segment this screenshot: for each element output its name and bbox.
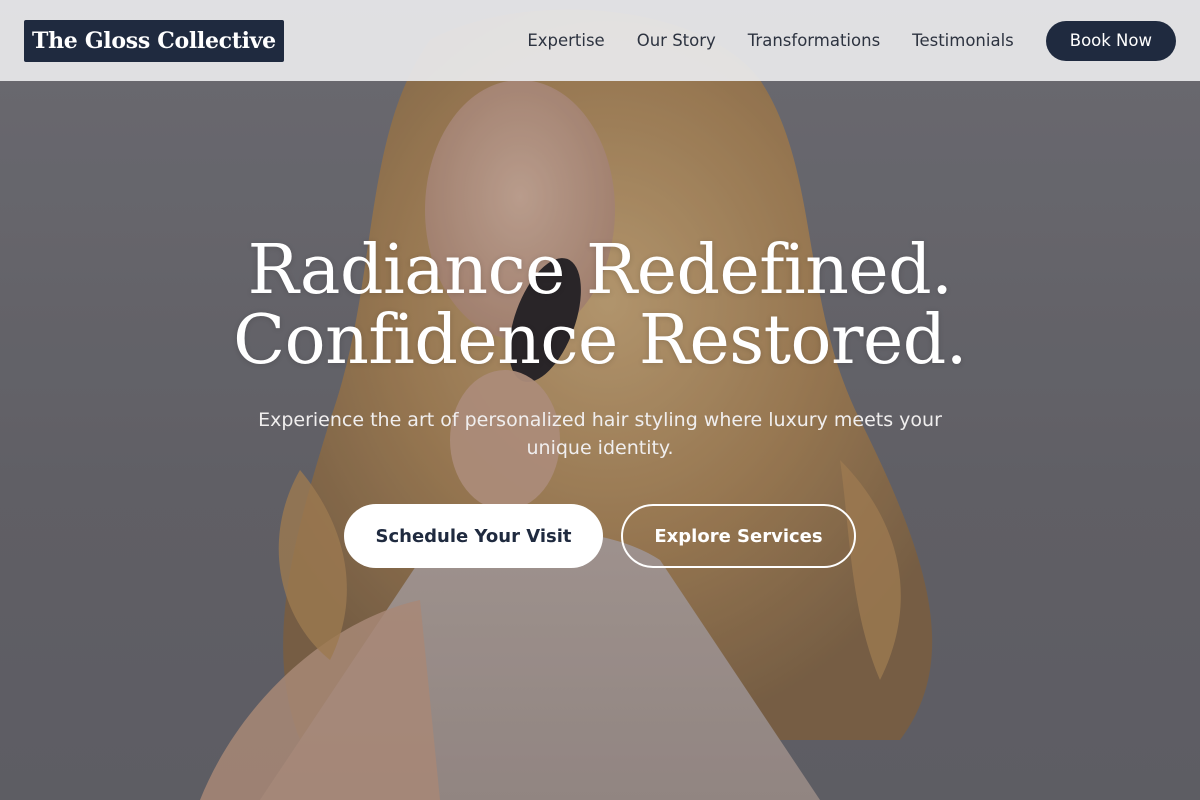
schedule-visit-button[interactable]: Schedule Your Visit: [344, 504, 603, 568]
nav-link-expertise[interactable]: Expertise: [527, 31, 604, 50]
nav-link-testimonials[interactable]: Testimonials: [912, 31, 1014, 50]
nav-link-transformations[interactable]: Transformations: [748, 31, 880, 50]
hero-title: Radiance Redefined. Confidence Restored.: [0, 236, 1200, 376]
logo[interactable]: The Gloss Collective: [24, 19, 284, 62]
hero-subtitle: Experience the art of personalized hair …: [258, 409, 942, 459]
book-now-button[interactable]: Book Now: [1045, 20, 1176, 61]
hero-section: Radiance Redefined. Confidence Restored.…: [0, 236, 1200, 568]
site-header: The Gloss Collective Expertise Our Story…: [0, 0, 1200, 81]
hero-title-line-1: Radiance Redefined.: [247, 231, 953, 310]
main-nav: Expertise Our Story Transformations Test…: [527, 20, 1176, 61]
explore-services-button[interactable]: Explore Services: [621, 504, 856, 568]
nav-link-our-story[interactable]: Our Story: [637, 31, 716, 50]
cta-row: Schedule Your Visit Explore Services: [0, 504, 1200, 568]
hero-title-line-2: Confidence Restored.: [233, 301, 967, 380]
